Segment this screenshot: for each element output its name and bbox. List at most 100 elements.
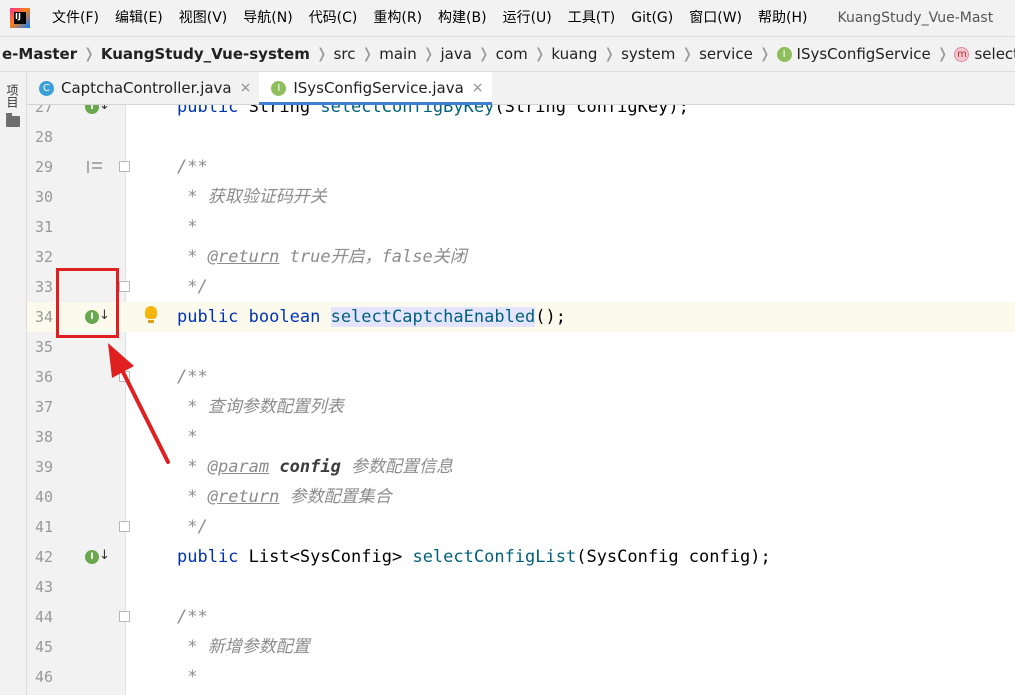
code-line[interactable]: 32 * @return true开启，false关闭	[27, 242, 1015, 272]
implemented-icon[interactable]: I	[85, 105, 99, 114]
breadcrumb-interface[interactable]: I ISysConfigService	[771, 45, 937, 63]
code-line[interactable]: 46 *	[27, 662, 1015, 692]
menu-git[interactable]: Git(G)	[623, 0, 681, 36]
editor-tab-bar: C CaptchaController.java × I ISysConfigS…	[27, 72, 1015, 105]
breadcrumb-kuang[interactable]: kuang	[545, 45, 603, 63]
close-icon[interactable]: ×	[472, 80, 484, 96]
method-icon: m	[954, 47, 970, 62]
menu-view[interactable]: 视图(V)	[171, 0, 236, 36]
code-comment: * @return true开启，false关闭	[177, 242, 467, 272]
code-line[interactable]: 31 *	[27, 212, 1015, 242]
line-number: 38	[34, 428, 53, 446]
code-comment: * 查询参数配置列表	[177, 397, 344, 417]
line-number: 43	[34, 578, 53, 596]
code-text: public List<SysConfig> selectConfigList(…	[177, 542, 771, 572]
line-number: 39	[34, 458, 53, 476]
code-line[interactable]: 42 I ↓ public List<SysConfig> selectConf…	[27, 542, 1015, 572]
menu-file[interactable]: 文件(F)	[44, 0, 107, 36]
breadcrumb-com[interactable]: com	[490, 45, 534, 63]
breadcrumb-method-label: selectCaptchaEn	[974, 45, 1015, 63]
breadcrumb-src[interactable]: src	[328, 45, 362, 63]
code-comment: */	[177, 277, 208, 297]
code-params: (SysConfig config);	[576, 547, 771, 567]
code-line[interactable]: 29 /**	[27, 152, 1015, 182]
interface-icon: I	[271, 80, 287, 96]
line-number: 32	[34, 248, 53, 266]
menu-run[interactable]: 运行(U)	[495, 0, 560, 36]
tab-captcha-controller[interactable]: C CaptchaController.java ×	[27, 72, 259, 104]
lightbulb-icon[interactable]	[145, 306, 157, 323]
menu-navigate[interactable]: 导航(N)	[235, 0, 300, 36]
javadoc-param-name: config	[279, 457, 341, 477]
breadcrumb-separator-icon: ❭	[83, 46, 95, 62]
intellij-logo-icon[interactable]: IJ	[10, 8, 30, 28]
fold-marker-icon[interactable]	[119, 281, 130, 292]
code-line-current[interactable]: 34 I ↓ public boolean selectCaptchaEnabl…	[27, 302, 1015, 332]
menu-code[interactable]: 代码(C)	[301, 0, 366, 36]
breadcrumb-separator-icon: ❭	[681, 46, 694, 62]
code-keyword: public	[177, 307, 239, 327]
code-params: ();	[535, 307, 566, 327]
breadcrumb-module[interactable]: KuangStudy_Vue-system	[95, 45, 316, 63]
line-number: 33	[34, 278, 53, 296]
code-line[interactable]: 41 */	[27, 512, 1015, 542]
fold-marker-icon[interactable]	[119, 521, 130, 532]
breadcrumb: e-Master ❭ KuangStudy_Vue-system ❭ src ❭…	[0, 36, 1015, 72]
code-type: List<SysConfig>	[248, 547, 403, 567]
code-params: (String configKey);	[494, 105, 689, 117]
breadcrumb-interface-label: ISysConfigService	[796, 45, 931, 63]
breadcrumb-main[interactable]: main	[373, 45, 422, 63]
code-line[interactable]: 36 /**	[27, 362, 1015, 392]
code-comment: */	[177, 517, 208, 537]
menu-edit[interactable]: 编辑(E)	[107, 0, 171, 36]
rendered-doc-toggle-icon[interactable]	[87, 161, 102, 173]
implementation-arrow-icon: ↓	[99, 548, 110, 563]
menu-build[interactable]: 构建(B)	[430, 0, 495, 36]
code-line[interactable]: 44 /**	[27, 602, 1015, 632]
breadcrumb-service[interactable]: service	[693, 45, 759, 63]
line-number: 34	[34, 308, 53, 326]
folder-icon[interactable]	[6, 113, 20, 127]
code-line[interactable]: 39 * @param config 参数配置信息	[27, 452, 1015, 482]
menu-refactor[interactable]: 重构(R)	[365, 0, 430, 36]
code-editor[interactable]: 27 I ↓ public String selectConfigByKey(S…	[27, 105, 1015, 695]
code-line[interactable]: 27 I ↓ public String selectConfigByKey(S…	[27, 105, 1015, 122]
menu-help[interactable]: 帮助(H)	[750, 0, 815, 36]
fold-marker-icon[interactable]	[119, 611, 130, 622]
breadcrumb-system[interactable]: system	[615, 45, 681, 63]
menu-tools[interactable]: 工具(T)	[560, 0, 623, 36]
code-comment: * 获取验证码开关	[177, 187, 327, 207]
code-line[interactable]: 33 */	[27, 272, 1015, 302]
line-number: 27	[34, 105, 53, 116]
code-line[interactable]: 38 *	[27, 422, 1015, 452]
breadcrumb-separator-icon: ❭	[533, 46, 546, 62]
code-line[interactable]: 28	[27, 122, 1015, 152]
code-line[interactable]: 30 * 获取验证码开关	[27, 182, 1015, 212]
breadcrumb-project-root[interactable]: e-Master	[0, 45, 83, 63]
close-icon[interactable]: ×	[240, 80, 252, 96]
breadcrumb-method[interactable]: m selectCaptchaEn	[948, 45, 1015, 63]
code-line[interactable]: 45 * 新增参数配置	[27, 632, 1015, 662]
javadoc-tag: @param	[207, 457, 270, 477]
code-line[interactable]: 35	[27, 332, 1015, 362]
code-line[interactable]: 40 * @return 参数配置集合	[27, 482, 1015, 512]
code-comment: /**	[177, 367, 208, 387]
code-comment: * @param config 参数配置信息	[177, 452, 453, 482]
line-number: 40	[34, 488, 53, 506]
project-tool-window-button[interactable]: 项目	[5, 84, 21, 108]
breadcrumb-separator-icon: ❭	[422, 46, 435, 62]
implementation-arrow-icon: ↓	[99, 105, 110, 113]
code-line[interactable]: 37 * 查询参数配置列表	[27, 392, 1015, 422]
code-comment: /**	[177, 157, 208, 177]
breadcrumb-java[interactable]: java	[434, 45, 477, 63]
breadcrumb-separator-icon: ❭	[603, 46, 616, 62]
fold-marker-icon[interactable]	[119, 161, 130, 172]
line-number: 29	[34, 158, 53, 176]
tab-isysconfigservice[interactable]: I ISysConfigService.java ×	[259, 72, 492, 105]
fold-marker-icon[interactable]	[119, 371, 130, 382]
code-line[interactable]: 43	[27, 572, 1015, 602]
line-number: 28	[34, 128, 53, 146]
code-method-name: selectCaptchaEnabled	[330, 307, 536, 327]
menu-window[interactable]: 窗口(W)	[681, 0, 750, 36]
implemented-icon[interactable]: I	[85, 550, 99, 564]
